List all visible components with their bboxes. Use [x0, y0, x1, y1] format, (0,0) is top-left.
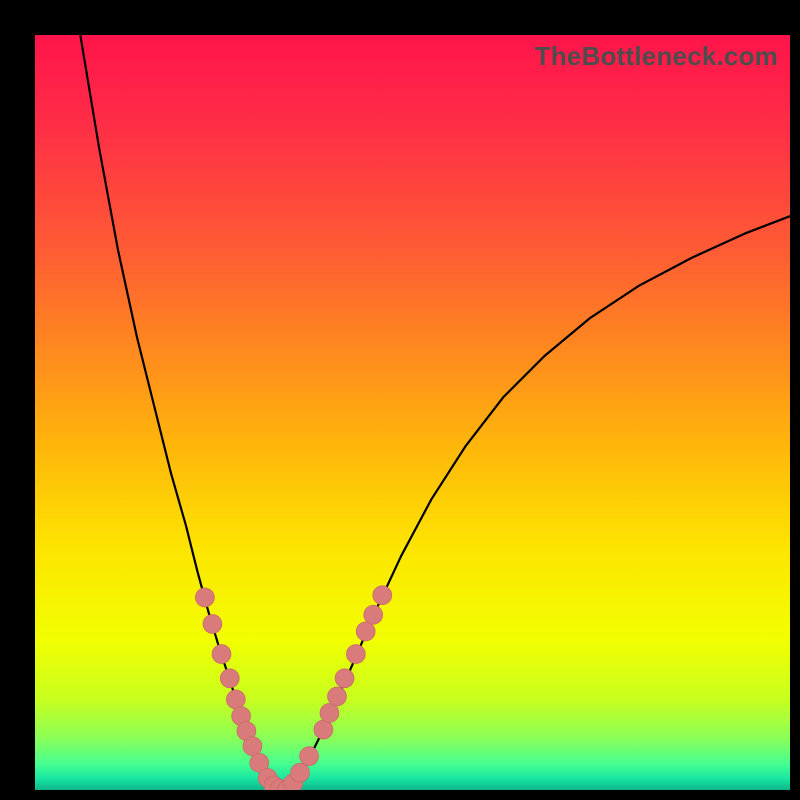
plot-area: TheBottleneck.com: [35, 35, 790, 790]
data-marker: [220, 669, 239, 688]
data-marker: [328, 687, 347, 706]
data-marker: [300, 747, 319, 766]
data-marker: [364, 605, 383, 624]
data-marker: [291, 763, 310, 782]
watermark-text: TheBottleneck.com: [535, 41, 778, 72]
data-marker: [320, 704, 339, 723]
curve-right-branch: [288, 216, 790, 789]
data-marker: [373, 586, 392, 605]
curve-left-branch: [80, 35, 279, 788]
data-marker: [314, 720, 333, 739]
data-marker: [356, 622, 375, 641]
chart-frame: TheBottleneck.com: [0, 0, 800, 800]
data-marker: [212, 645, 231, 664]
bottleneck-curve: [35, 35, 790, 790]
data-marker: [243, 737, 262, 756]
data-marker: [226, 690, 245, 709]
data-marker: [346, 645, 365, 664]
data-marker: [335, 669, 354, 688]
data-marker: [203, 614, 222, 633]
data-marker: [195, 588, 214, 607]
